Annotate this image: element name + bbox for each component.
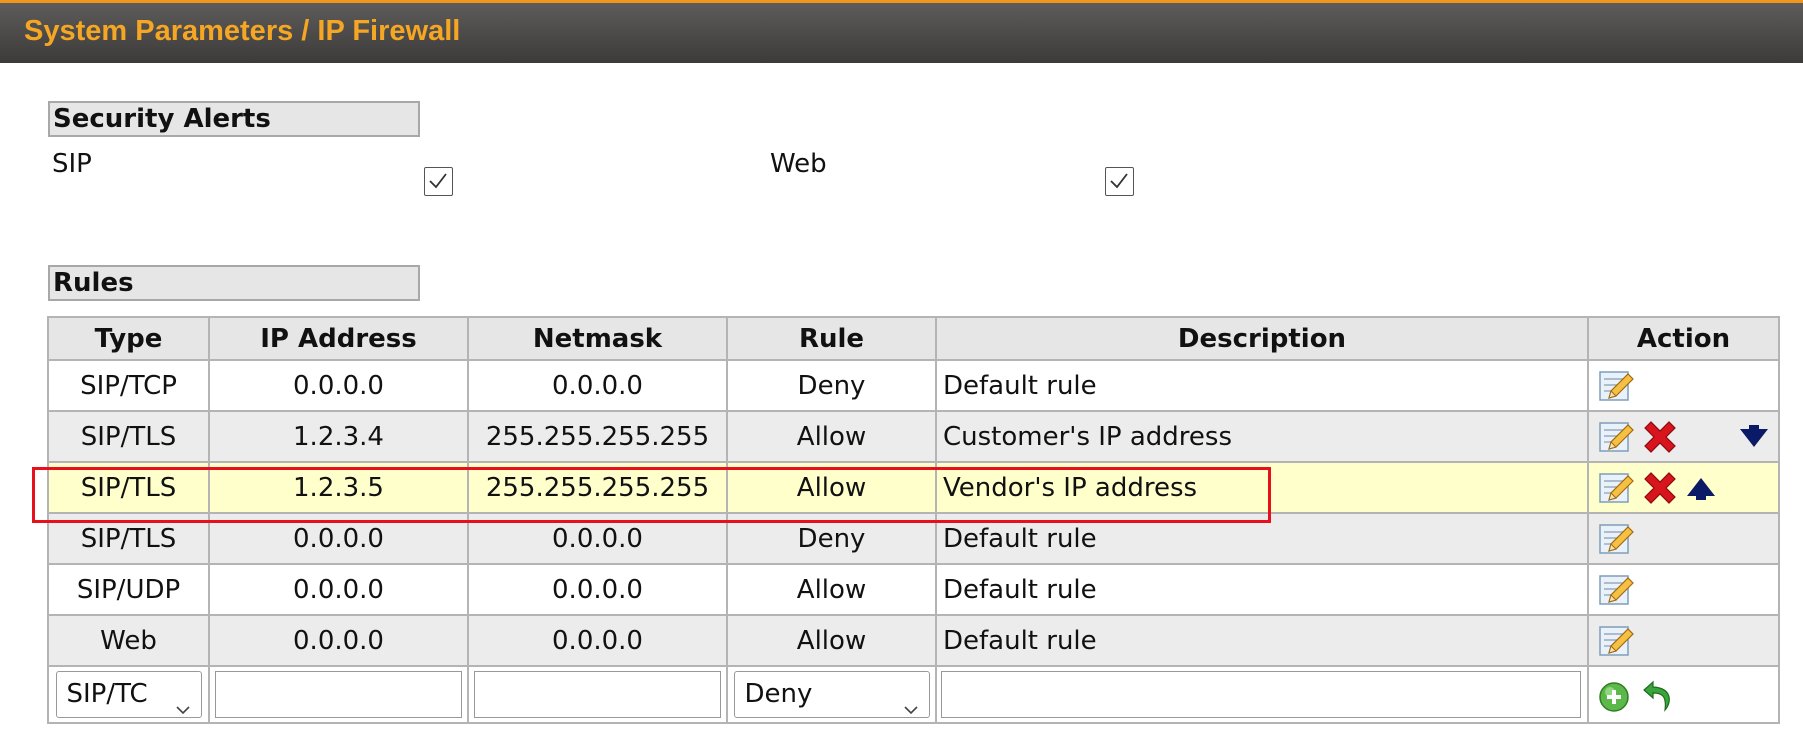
edit-icon[interactable]	[1597, 418, 1635, 456]
cell-ip-address: 0.0.0.0	[208, 614, 469, 667]
new-rule-row: SIP/TC Deny	[47, 665, 1780, 724]
description-input[interactable]	[941, 671, 1581, 718]
cell-description: Default rule	[935, 563, 1589, 616]
web-alert-checkbox[interactable]	[1105, 167, 1134, 196]
table-row: SIP/TLS 1.2.3.4 255.255.255.255 Allow Cu…	[47, 410, 1780, 463]
checkmark-icon	[1110, 173, 1128, 189]
cell-ip-address: 0.0.0.0	[208, 512, 469, 565]
cell-rule: Allow	[726, 614, 937, 667]
table-row: SIP/TLS 1.2.3.5 255.255.255.255 Allow Ve…	[47, 461, 1780, 514]
cell-description: Default rule	[935, 512, 1589, 565]
cell-type: SIP/TLS	[47, 512, 210, 565]
edit-icon[interactable]	[1597, 367, 1635, 405]
cell-rule-input: Deny	[726, 665, 937, 724]
cell-ip-address: 1.2.3.4	[208, 410, 469, 463]
undo-icon[interactable]	[1641, 676, 1679, 714]
table-row: SIP/UDP 0.0.0.0 0.0.0.0 Allow Default ru…	[47, 563, 1780, 616]
edit-icon[interactable]	[1597, 469, 1635, 507]
cell-rule: Allow	[726, 563, 937, 616]
page-title: System Parameters / IP Firewall	[24, 15, 461, 47]
netmask-input[interactable]	[474, 671, 721, 718]
sip-alert-label: SIP	[52, 149, 92, 179]
delete-icon[interactable]	[1641, 418, 1679, 456]
cell-ip-input	[208, 665, 469, 724]
cell-netmask: 0.0.0.0	[467, 359, 728, 412]
cell-netmask: 0.0.0.0	[467, 614, 728, 667]
rules-table: Type IP Address Netmask Rule Description…	[47, 316, 1780, 724]
cell-type: SIP/TLS	[47, 410, 210, 463]
type-select[interactable]: SIP/TC	[55, 671, 202, 718]
arrow-up-icon[interactable]	[1685, 469, 1719, 507]
add-icon[interactable]	[1597, 676, 1635, 714]
edit-icon[interactable]	[1597, 571, 1635, 609]
cell-rule: Allow	[726, 410, 937, 463]
chevron-down-icon	[903, 686, 919, 721]
web-alert-label: Web	[770, 149, 827, 179]
rule-select-value: Deny	[744, 679, 813, 709]
type-select-value: SIP/TC	[66, 679, 148, 709]
checkmark-icon	[429, 173, 447, 189]
cell-action	[1587, 614, 1780, 667]
cell-action	[1587, 359, 1780, 412]
cell-netmask: 255.255.255.255	[467, 410, 728, 463]
sip-alert-checkbox[interactable]	[424, 167, 453, 196]
cell-description: Vendor's IP address	[935, 461, 1589, 514]
cell-type: SIP/UDP	[47, 563, 210, 616]
chevron-down-icon	[175, 686, 191, 721]
cell-netmask: 0.0.0.0	[467, 512, 728, 565]
cell-action	[1587, 512, 1780, 565]
cell-netmask: 0.0.0.0	[467, 563, 728, 616]
edit-icon[interactable]	[1597, 622, 1635, 660]
column-header-rule: Rule	[726, 316, 937, 361]
cell-type: SIP/TLS	[47, 461, 210, 514]
cell-rule: Allow	[726, 461, 937, 514]
table-row: SIP/TLS 0.0.0.0 0.0.0.0 Deny Default rul…	[47, 512, 1780, 565]
cell-action	[1587, 563, 1780, 616]
page-header: System Parameters / IP Firewall	[0, 3, 1803, 63]
cell-rule: Deny	[726, 512, 937, 565]
column-header-type: Type	[47, 316, 210, 361]
security-alerts-heading: Security Alerts	[48, 101, 420, 137]
delete-icon[interactable]	[1641, 469, 1679, 507]
arrow-down-icon[interactable]	[1738, 425, 1770, 456]
cell-description: Customer's IP address	[935, 410, 1589, 463]
rule-select[interactable]: Deny	[733, 671, 930, 718]
edit-icon[interactable]	[1597, 520, 1635, 558]
cell-rule: Deny	[726, 359, 937, 412]
cell-type: SIP/TCP	[47, 359, 210, 412]
column-header-ip-address: IP Address	[208, 316, 469, 361]
cell-action	[1587, 410, 1780, 463]
column-header-netmask: Netmask	[467, 316, 728, 361]
column-header-action: Action	[1587, 316, 1780, 361]
cell-action-input	[1587, 665, 1780, 724]
table-row: Web 0.0.0.0 0.0.0.0 Allow Default rule	[47, 614, 1780, 667]
cell-netmask: 255.255.255.255	[467, 461, 728, 514]
cell-ip-address: 1.2.3.5	[208, 461, 469, 514]
rules-heading: Rules	[48, 265, 420, 301]
cell-type-input: SIP/TC	[47, 665, 210, 724]
cell-description: Default rule	[935, 359, 1589, 412]
cell-description-input	[935, 665, 1589, 724]
cell-ip-address: 0.0.0.0	[208, 359, 469, 412]
cell-type: Web	[47, 614, 210, 667]
cell-ip-address: 0.0.0.0	[208, 563, 469, 616]
rules-header-row: Type IP Address Netmask Rule Description…	[47, 316, 1780, 361]
cell-description: Default rule	[935, 614, 1589, 667]
cell-action	[1587, 461, 1780, 514]
table-row: SIP/TCP 0.0.0.0 0.0.0.0 Deny Default rul…	[47, 359, 1780, 412]
cell-netmask-input	[467, 665, 728, 724]
column-header-description: Description	[935, 316, 1589, 361]
ip-address-input[interactable]	[215, 671, 462, 718]
